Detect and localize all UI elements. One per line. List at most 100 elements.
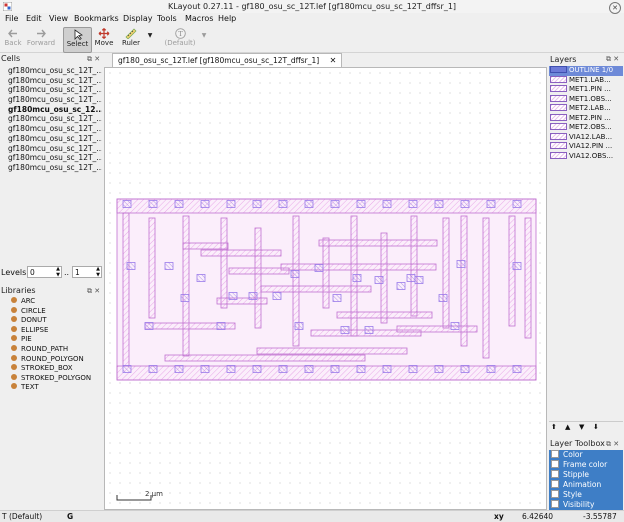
- layer-up-fast-icon[interactable]: ▲: [565, 423, 570, 431]
- levels-from-spinbox[interactable]: 0 ▲ ▼: [27, 266, 62, 278]
- library-item[interactable]: ARC: [9, 297, 103, 307]
- library-item[interactable]: PIE: [9, 335, 103, 345]
- menu-display[interactable]: Display: [123, 14, 153, 23]
- expand-checkbox[interactable]: [551, 470, 559, 479]
- library-item[interactable]: ELLIPSE: [9, 325, 103, 336]
- cells-list[interactable]: gf180mcu_osu_sc_12T_... gf180mcu_osu_sc_…: [8, 66, 102, 173]
- via: [148, 365, 158, 373]
- library-item[interactable]: ROUND_PATH: [9, 344, 103, 355]
- expand-checkbox[interactable]: [551, 490, 559, 499]
- layer-item[interactable]: MET1.LAB...: [549, 75, 623, 86]
- menu-view[interactable]: View: [49, 14, 68, 23]
- library-label: ROUND_PATH: [21, 344, 69, 353]
- menu-tools[interactable]: Tools: [157, 14, 177, 23]
- cell-item[interactable]: gf180mcu_osu_sc_12T_...: [8, 85, 102, 95]
- layer-item[interactable]: VIA12.LAB...: [549, 132, 623, 143]
- layers-dock-buttons[interactable]: ⧉ ✕: [606, 55, 619, 64]
- cell-item[interactable]: gf180mcu_osu_sc_12T_...: [8, 134, 102, 144]
- menu-edit[interactable]: Edit: [26, 14, 42, 23]
- cell-item-current[interactable]: gf180mcu_osu_sc_12...: [8, 105, 102, 115]
- library-item[interactable]: TEXT: [9, 383, 103, 393]
- menu-help[interactable]: Help: [218, 14, 236, 23]
- layer-swatch: [550, 85, 567, 92]
- via: [180, 294, 190, 302]
- layer-item[interactable]: MET2.PIN ...: [549, 113, 623, 124]
- cell-item[interactable]: gf180mcu_osu_sc_12T_...: [8, 76, 102, 86]
- via: [200, 200, 210, 208]
- layers-list[interactable]: OUTLINE 1/0 MET1.LAB... MET1.PIN ... MET…: [549, 66, 623, 161]
- expand-checkbox[interactable]: [551, 480, 559, 489]
- move-button[interactable]: Move: [92, 27, 116, 51]
- libraries-list[interactable]: ARC CIRCLE DONUT ELLIPSE PIE ROUND_PATH …: [9, 297, 103, 393]
- via: [512, 262, 522, 270]
- levels-to-spinbox[interactable]: 1 ▲ ▼: [72, 266, 102, 278]
- via: [456, 260, 466, 268]
- library-item[interactable]: STROKED_POLYGON: [9, 373, 103, 384]
- library-label: PIE: [21, 335, 32, 344]
- toolbox-color[interactable]: Color: [549, 450, 623, 460]
- toolbox-style[interactable]: Style: [549, 490, 623, 501]
- toolbox-label: Style: [563, 490, 582, 500]
- layer-item-selected[interactable]: OUTLINE 1/0: [549, 66, 623, 76]
- metal-horizontal: [256, 347, 408, 355]
- template-button[interactable]: T (Default): [160, 27, 200, 51]
- layer-item[interactable]: MET1.OBS...: [549, 94, 623, 105]
- cell-item[interactable]: gf180mcu_osu_sc_12T_...: [8, 66, 102, 76]
- metal-vertical: [220, 217, 228, 309]
- spin-arrows-icon[interactable]: ▲ ▼: [56, 266, 60, 278]
- toolbox-frame-color[interactable]: Frame color: [549, 460, 623, 470]
- layout-tab[interactable]: gf180_osu_sc_12T.lef [gf180mcu_osu_sc_12…: [112, 53, 343, 68]
- layer-item[interactable]: VIA12.PIN ...: [549, 142, 623, 152]
- window-title: KLayout 0.27.11 - gf180_osu_sc_12T.lef […: [167, 2, 457, 11]
- select-button[interactable]: Select: [63, 27, 92, 53]
- spin-arrows-icon[interactable]: ▲ ▼: [96, 266, 100, 278]
- layer-item[interactable]: MET2.LAB...: [549, 104, 623, 114]
- via: [174, 365, 184, 373]
- forward-button[interactable]: Forward: [25, 27, 57, 51]
- cell-item[interactable]: gf180mcu_osu_sc_12T_...: [8, 114, 102, 124]
- via: [512, 365, 522, 373]
- library-item[interactable]: CIRCLE: [9, 306, 103, 317]
- libraries-dock-buttons[interactable]: ⧉ ✕: [87, 287, 100, 296]
- libraries-title: Libraries: [1, 286, 36, 295]
- via: [382, 365, 392, 373]
- expand-checkbox[interactable]: [551, 500, 559, 509]
- layout-canvas[interactable]: 2 µm: [104, 67, 547, 510]
- cell-item[interactable]: gf180mcu_osu_sc_12T_...: [8, 95, 102, 105]
- expand-checkbox[interactable]: [551, 460, 559, 469]
- layer-down-icon[interactable]: ▼: [579, 423, 584, 431]
- ruler-button[interactable]: Ruler: [118, 27, 144, 51]
- layout-shapes: [116, 198, 537, 381]
- layer-down-fast-icon[interactable]: ⬇: [593, 423, 599, 431]
- cells-dock-buttons[interactable]: ⧉ ✕: [87, 55, 100, 64]
- back-button[interactable]: Back: [2, 27, 24, 51]
- menu-macros[interactable]: Macros: [185, 14, 213, 23]
- toolbox-animation[interactable]: Animation: [549, 480, 623, 491]
- library-item[interactable]: STROKED_BOX: [9, 364, 103, 374]
- library-item[interactable]: ROUND_POLYGON: [9, 354, 103, 365]
- layer-item[interactable]: MET2.OBS...: [549, 123, 623, 133]
- expand-checkbox[interactable]: [551, 450, 559, 458]
- levels-to-value: 1: [75, 268, 80, 277]
- cell-item[interactable]: gf180mcu_osu_sc_12T_...: [8, 163, 102, 173]
- layer-swatch: [550, 75, 567, 83]
- toolbox-stipple[interactable]: Stipple: [549, 470, 623, 480]
- levels-label: Levels: [1, 268, 27, 277]
- toolbox-visibility[interactable]: Visibility: [549, 500, 623, 511]
- library-item[interactable]: DONUT: [9, 316, 103, 326]
- select-arrow-icon: [74, 29, 83, 40]
- library-label: ARC: [21, 297, 36, 305]
- menu-bookmarks[interactable]: Bookmarks: [74, 14, 119, 23]
- via: [396, 282, 406, 290]
- cell-item[interactable]: gf180mcu_osu_sc_12T_...: [8, 153, 102, 163]
- menu-file[interactable]: File: [5, 14, 18, 23]
- cell-item[interactable]: gf180mcu_osu_sc_12T_...: [8, 144, 102, 154]
- toolbox-dock-buttons[interactable]: ⧉ ✕: [606, 440, 619, 449]
- via: [434, 365, 444, 373]
- layer-up-icon[interactable]: ⬆: [551, 423, 557, 431]
- layer-item[interactable]: VIA12.OBS...: [549, 151, 623, 162]
- metal-vertical: [254, 227, 262, 329]
- cell-item[interactable]: gf180mcu_osu_sc_12T_...: [8, 124, 102, 134]
- layer-item[interactable]: MET1.PIN ...: [549, 85, 623, 95]
- tab-close-icon[interactable]: ✕: [330, 56, 337, 65]
